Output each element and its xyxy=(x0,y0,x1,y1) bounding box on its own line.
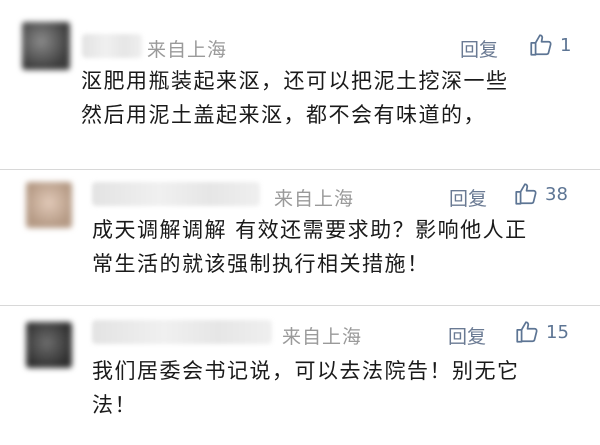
comment-location: 来自上海 xyxy=(274,188,355,210)
like-count: 1 xyxy=(560,34,572,56)
comment-item: 来自上海 回复 38 成天调解调解 有效还需要求助？影响他人正 常生活的就该强制… xyxy=(0,170,600,306)
comment-item: 来自上海 回复 15 我们居委会书记说，可以去法院告！别无它 法！ xyxy=(0,306,600,445)
like-count: 15 xyxy=(546,321,569,343)
like-button[interactable]: 1 xyxy=(528,32,571,58)
reply-button[interactable]: 回复 xyxy=(448,322,486,349)
avatar[interactable] xyxy=(26,322,72,368)
comment-text-line: 常生活的就该强制执行相关措施！ xyxy=(92,252,430,276)
thumbs-up-icon xyxy=(514,319,540,345)
username-blurred[interactable] xyxy=(92,320,272,344)
reply-button[interactable]: 回复 xyxy=(449,184,487,211)
like-button[interactable]: 15 xyxy=(514,319,569,345)
like-count: 38 xyxy=(545,183,568,205)
comment-text-line: 成天调解调解 有效还需要求助？影响他人正 xyxy=(92,218,528,242)
reply-button[interactable]: 回复 xyxy=(460,35,498,62)
comment-text: 沤肥用瓶装起来沤，还可以把泥土挖深一些 然后用泥土盖起来沤，都不会有味道的， xyxy=(81,64,581,132)
avatar[interactable] xyxy=(26,182,72,228)
comment-location: 来自上海 xyxy=(282,326,363,348)
comment-text-line: 然后用泥土盖起来沤，都不会有味道的， xyxy=(81,103,486,127)
avatar[interactable] xyxy=(22,22,70,70)
username-blurred[interactable] xyxy=(92,182,260,206)
comment-text: 我们居委会书记说，可以去法院告！别无它 法！ xyxy=(92,354,582,422)
comment-text-line: 我们居委会书记说，可以去法院告！别无它 xyxy=(92,359,520,383)
comment-text-line: 法！ xyxy=(92,393,137,417)
comment-item: 来自上海 回复 1 沤肥用瓶装起来沤，还可以把泥土挖深一些 然后用泥土盖起来沤，… xyxy=(0,0,600,170)
username-blurred[interactable] xyxy=(82,34,142,58)
comment-location: 来自上海 xyxy=(147,39,228,61)
thumbs-up-icon xyxy=(528,32,554,58)
comment-text-line: 沤肥用瓶装起来沤，还可以把泥土挖深一些 xyxy=(81,69,509,93)
like-button[interactable]: 38 xyxy=(513,181,568,207)
comment-text: 成天调解调解 有效还需要求助？影响他人正 常生活的就该强制执行相关措施！ xyxy=(92,213,582,281)
thumbs-up-icon xyxy=(513,181,539,207)
